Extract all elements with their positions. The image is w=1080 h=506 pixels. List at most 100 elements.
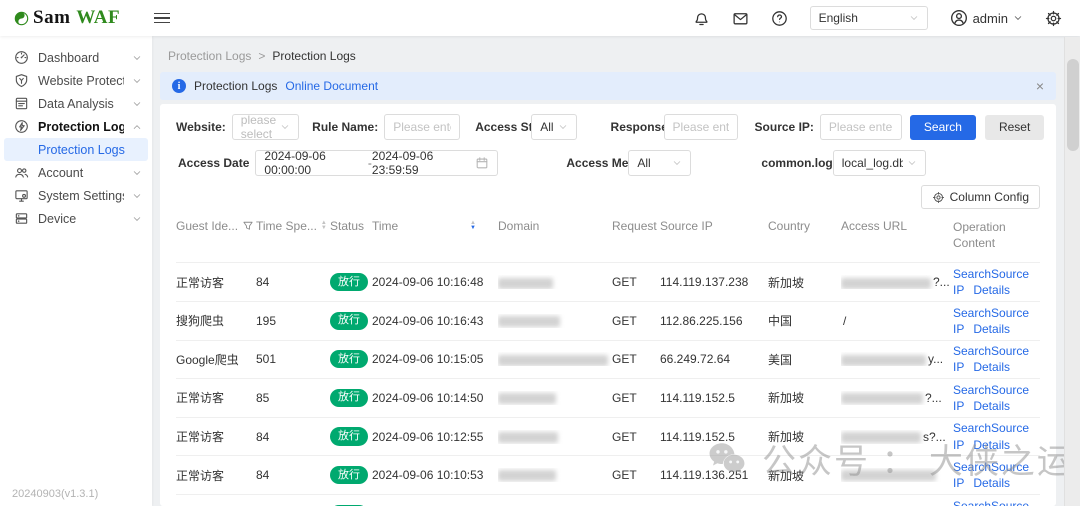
details-link[interactable]: Details xyxy=(973,438,1010,452)
details-link[interactable]: Details xyxy=(973,283,1010,297)
status-badge: 放行 xyxy=(330,350,368,368)
breadcrumb-parent[interactable]: Protection Logs xyxy=(168,49,251,63)
sidebar-item-protection-logs[interactable]: Protection Logs xyxy=(0,115,152,138)
website-select[interactable]: please select xyxy=(232,114,299,140)
scrollbar-thumb[interactable] xyxy=(1067,59,1079,151)
cell-domain-redacted xyxy=(498,275,612,289)
details-link[interactable]: Details xyxy=(973,476,1010,490)
sidebar-subitem-protection-logs[interactable]: Protection Logs xyxy=(4,138,148,161)
vertical-scrollbar[interactable] xyxy=(1064,37,1080,506)
details-link[interactable]: Details xyxy=(973,399,1010,413)
rule-name-input[interactable] xyxy=(384,114,460,140)
status-badge: 放行 xyxy=(330,466,368,484)
filter-row-2: Access Date 2024-09-06 00:00:00 - 2024-0… xyxy=(176,150,1040,176)
log-db-label: common.log xyxy=(761,156,832,170)
cell-country: 新加坡 xyxy=(768,428,841,445)
cell-status: 放行 xyxy=(330,389,372,407)
messages-mail-icon[interactable] xyxy=(732,10,749,27)
cell-operation: SearchSource IPDetails xyxy=(953,343,1040,375)
redacted-block xyxy=(498,432,558,443)
redacted-block xyxy=(498,393,556,404)
online-document-link[interactable]: Online Document xyxy=(285,79,378,93)
chevron-down-icon xyxy=(558,122,568,132)
cell-guest-identity: 正常访客 xyxy=(176,467,256,484)
cell-request: GET xyxy=(612,314,660,328)
account-icon xyxy=(14,165,30,181)
table-row: 正常访客 84 放行 2024-09-06 10:10:53 GET 114.1… xyxy=(176,455,1040,494)
cell-domain-redacted xyxy=(498,314,612,328)
redacted-block xyxy=(841,432,921,443)
cell-country: 新加坡 xyxy=(768,467,841,484)
access-method-label: Access Meth xyxy=(566,156,628,170)
search-source-ip-link[interactable]: SearchSource IP xyxy=(953,499,1029,506)
sidebar-item-dashboard[interactable]: Dashboard xyxy=(0,46,152,69)
cell-access-url: / xyxy=(841,314,953,328)
access-date-label: Access Date xyxy=(178,156,249,170)
access-status-select[interactable]: All xyxy=(531,114,576,140)
user-avatar-icon xyxy=(950,9,968,27)
sidebar-item-system-settings[interactable]: System Settings xyxy=(0,184,152,207)
app-logo[interactable]: Sam WAF xyxy=(0,7,140,29)
log-db-select[interactable]: local_log.db(5... xyxy=(833,150,926,176)
chevron-down-icon xyxy=(132,214,142,224)
cell-country: 中国 xyxy=(768,312,841,329)
sort-icon-active[interactable]: ▲▼ xyxy=(470,221,476,231)
sidebar-item-device[interactable]: Device xyxy=(0,207,152,230)
cell-domain-redacted xyxy=(498,468,612,482)
yinyang-logo-icon xyxy=(14,11,29,26)
access-date-range-input[interactable]: 2024-09-06 00:00:00 - 2024-09-06 23:59:5… xyxy=(255,150,498,176)
user-menu[interactable]: admin xyxy=(950,9,1023,27)
cell-source-ip: 114.119.136.251 xyxy=(660,468,768,482)
banner-close-icon[interactable]: × xyxy=(1036,79,1044,93)
table-row: Google爬虫 501 放行 2024-09-06 10:15:05 GET … xyxy=(176,340,1040,379)
column-config-button[interactable]: Column Config xyxy=(921,185,1040,209)
cell-time-spent: 84 xyxy=(256,275,330,289)
table-row: 正常访客 84 放行 2024-09-06 10:12:55 GET 114.1… xyxy=(176,417,1040,456)
language-select[interactable]: English xyxy=(810,6,928,30)
cell-status: 放行 xyxy=(330,350,372,368)
notifications-bell-icon[interactable] xyxy=(693,10,710,27)
filter-row-1: Website: please select Rule Name: Access… xyxy=(176,114,1040,140)
settings-gear-icon[interactable] xyxy=(1045,10,1062,27)
cell-time-spent: 84 xyxy=(256,430,330,444)
cell-time-spent: 85 xyxy=(256,391,330,405)
sidebar-item-website-protection[interactable]: Website Protection xyxy=(0,69,152,92)
details-link[interactable]: Details xyxy=(973,360,1010,374)
cell-operation: SearchSource IPDetails xyxy=(953,459,1040,491)
source-ip-input[interactable] xyxy=(820,114,902,140)
sort-icon[interactable]: ▲▼ xyxy=(321,221,327,231)
cell-status: 放行 xyxy=(330,427,372,445)
sidebar-item-data-analysis[interactable]: Data Analysis xyxy=(0,92,152,115)
reset-button[interactable]: Reset xyxy=(985,115,1044,140)
logo-text-sam: Sam xyxy=(33,7,70,29)
chevron-down-icon xyxy=(132,191,142,201)
access-method-select[interactable]: All xyxy=(628,150,691,176)
details-link[interactable]: Details xyxy=(973,322,1010,336)
cell-access-url xyxy=(841,468,953,482)
table-row: 正常访客 84 放行 2024-09-06 10:16:48 GET 114.1… xyxy=(176,262,1040,301)
cell-status: 放行 xyxy=(330,312,372,330)
cell-time-spent: 195 xyxy=(256,314,330,328)
cell-time: 2024-09-06 10:16:43 xyxy=(372,314,498,328)
filter-funnel-icon[interactable] xyxy=(242,220,254,232)
table-row: 正常访客 85 放行 2024-09-06 10:14:50 GET 114.1… xyxy=(176,378,1040,417)
chevron-up-icon xyxy=(132,122,142,132)
cell-domain-redacted xyxy=(498,352,612,366)
sidebar-item-account[interactable]: Account xyxy=(0,161,152,184)
cell-guest-identity: 正常访客 xyxy=(176,428,256,445)
cell-request: GET xyxy=(612,468,660,482)
search-button[interactable]: Search xyxy=(910,115,976,140)
cell-time: 2024-09-06 10:12:55 xyxy=(372,430,498,444)
col-guest-identity: Guest Ide... xyxy=(176,219,238,233)
device-icon xyxy=(14,211,30,227)
col-country: Country xyxy=(768,219,810,233)
response-code-input[interactable] xyxy=(664,114,738,140)
chevron-down-icon xyxy=(672,158,682,168)
redacted-block xyxy=(498,278,553,289)
calendar-icon xyxy=(475,156,489,170)
cell-operation: SearchSource IPDetails xyxy=(953,305,1040,337)
gauge-icon xyxy=(14,50,30,66)
sidebar-toggle-button[interactable] xyxy=(154,13,170,24)
help-icon[interactable] xyxy=(771,10,788,27)
shield-icon xyxy=(14,73,30,89)
